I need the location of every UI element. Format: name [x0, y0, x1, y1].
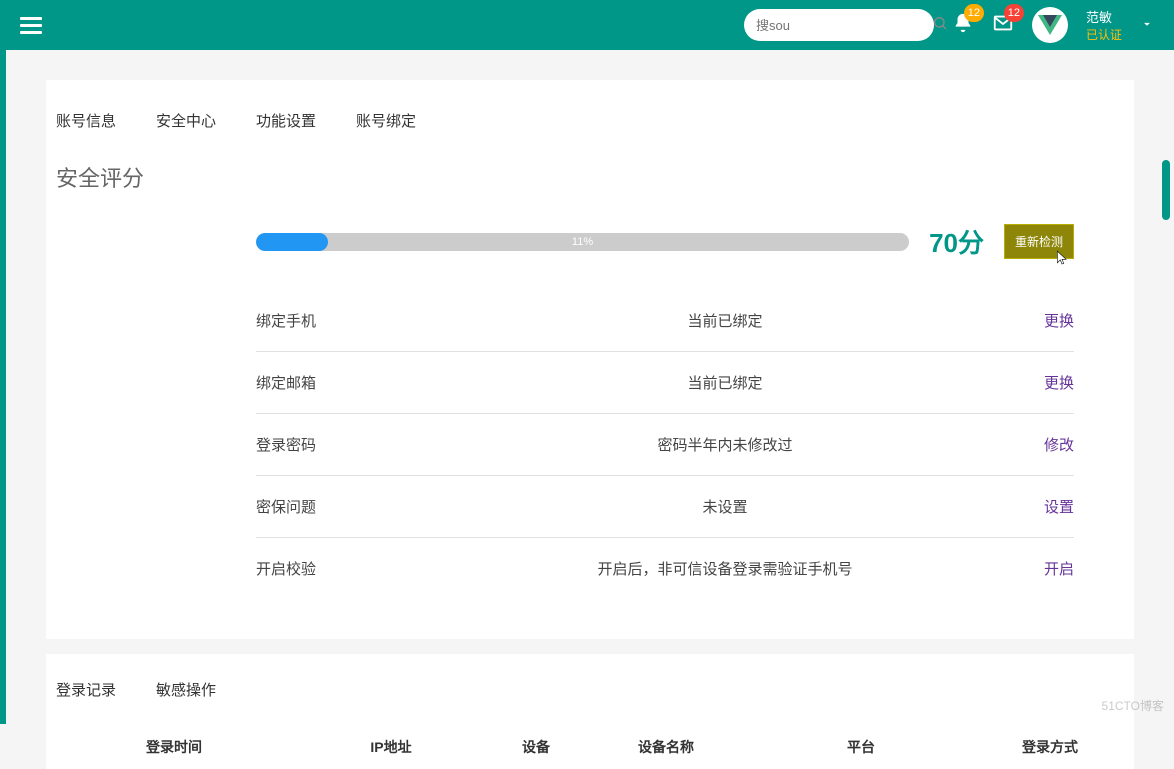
si-label: 开启校验: [256, 558, 436, 579]
si-status: 当前已绑定: [436, 372, 1014, 393]
score-row: 11% 70分 重新检测: [46, 223, 1134, 290]
recheck-label: 重新检测: [1015, 235, 1063, 249]
tab-login-records[interactable]: 登录记录: [56, 679, 116, 700]
si-status: 未设置: [436, 496, 1014, 517]
mail-icon[interactable]: 12: [992, 12, 1014, 39]
tab-security-center[interactable]: 安全中心: [156, 110, 216, 131]
th-platform: 平台: [746, 737, 976, 757]
main-content: 账号信息 安全中心 功能设置 账号绑定 安全评分 11% 70分 重新检测: [6, 50, 1174, 769]
records-tabs: 登录记录 敏感操作: [56, 679, 1124, 725]
th-device-name: 设备名称: [586, 737, 746, 757]
security-card: 账号信息 安全中心 功能设置 账号绑定 安全评分 11% 70分 重新检测: [46, 80, 1134, 639]
security-item-phone: 绑定手机 当前已绑定 更换: [256, 290, 1074, 352]
tab-sensitive-ops[interactable]: 敏感操作: [156, 679, 216, 700]
si-action-change-email[interactable]: 更换: [1014, 372, 1074, 393]
score-value: 70分: [929, 223, 984, 260]
header-right: 12 12 范敏 已认证: [744, 7, 1154, 43]
si-status: 开启后，非可信设备登录需验证手机号: [436, 558, 1014, 579]
recheck-button[interactable]: 重新检测: [1004, 224, 1074, 259]
th-login-time: 登录时间: [56, 737, 296, 757]
login-records-card: 登录记录 敏感操作 登录时间 IP地址 设备 设备名称 平台 登录方式: [46, 654, 1134, 769]
cursor-icon: [1055, 249, 1069, 270]
tab-feature-settings[interactable]: 功能设置: [256, 110, 316, 131]
bell-badge: 12: [964, 4, 984, 22]
security-item-verify: 开启校验 开启后，非可信设备登录需验证手机号 开启: [256, 538, 1074, 599]
si-action-enable-verify[interactable]: 开启: [1014, 558, 1074, 579]
mail-badge: 12: [1004, 4, 1024, 22]
tab-account-info[interactable]: 账号信息: [56, 110, 116, 131]
security-item-email: 绑定邮箱 当前已绑定 更换: [256, 352, 1074, 414]
top-header: 12 12 范敏 已认证: [0, 0, 1174, 50]
si-label: 绑定手机: [256, 310, 436, 331]
si-action-modify-password[interactable]: 修改: [1014, 434, 1074, 455]
bell-icon[interactable]: 12: [952, 12, 974, 39]
th-ip-address: IP地址: [296, 737, 486, 757]
user-info: 范敏 已认证: [1086, 7, 1122, 43]
th-login-method: 登录方式: [976, 737, 1124, 757]
chevron-down-icon[interactable]: [1140, 17, 1154, 34]
si-label: 绑定邮箱: [256, 372, 436, 393]
progress-fill: [256, 233, 328, 251]
si-action-set-question[interactable]: 设置: [1014, 496, 1074, 517]
main-tabs: 账号信息 安全中心 功能设置 账号绑定: [46, 110, 1134, 151]
vue-logo-icon: [1038, 15, 1062, 35]
progress-label: 11%: [572, 236, 593, 248]
search-icon[interactable]: [932, 15, 948, 36]
si-label: 密保问题: [256, 496, 436, 517]
si-action-change-phone[interactable]: 更换: [1014, 310, 1074, 331]
search-box[interactable]: [744, 9, 934, 41]
avatar[interactable]: [1032, 7, 1068, 43]
scrollbar-thumb[interactable]: [1162, 160, 1170, 220]
watermark: 51CTO博客: [1102, 697, 1164, 714]
verified-status: 已认证: [1086, 26, 1122, 43]
security-list: 绑定手机 当前已绑定 更换 绑定邮箱 当前已绑定 更换 登录密码 密码半年内未修…: [46, 290, 1134, 599]
si-status: 当前已绑定: [436, 310, 1014, 331]
th-device: 设备: [486, 737, 586, 757]
si-label: 登录密码: [256, 434, 436, 455]
search-input[interactable]: [756, 18, 932, 33]
username: 范敏: [1086, 7, 1122, 26]
tab-account-binding[interactable]: 账号绑定: [356, 110, 416, 131]
security-item-question: 密保问题 未设置 设置: [256, 476, 1074, 538]
hamburger-menu-icon[interactable]: [20, 17, 42, 34]
table-headers: 登录时间 IP地址 设备 设备名称 平台 登录方式: [56, 725, 1124, 769]
security-progress-bar: 11%: [256, 233, 909, 251]
section-title: 安全评分: [46, 151, 1134, 223]
si-status: 密码半年内未修改过: [436, 434, 1014, 455]
security-item-password: 登录密码 密码半年内未修改过 修改: [256, 414, 1074, 476]
